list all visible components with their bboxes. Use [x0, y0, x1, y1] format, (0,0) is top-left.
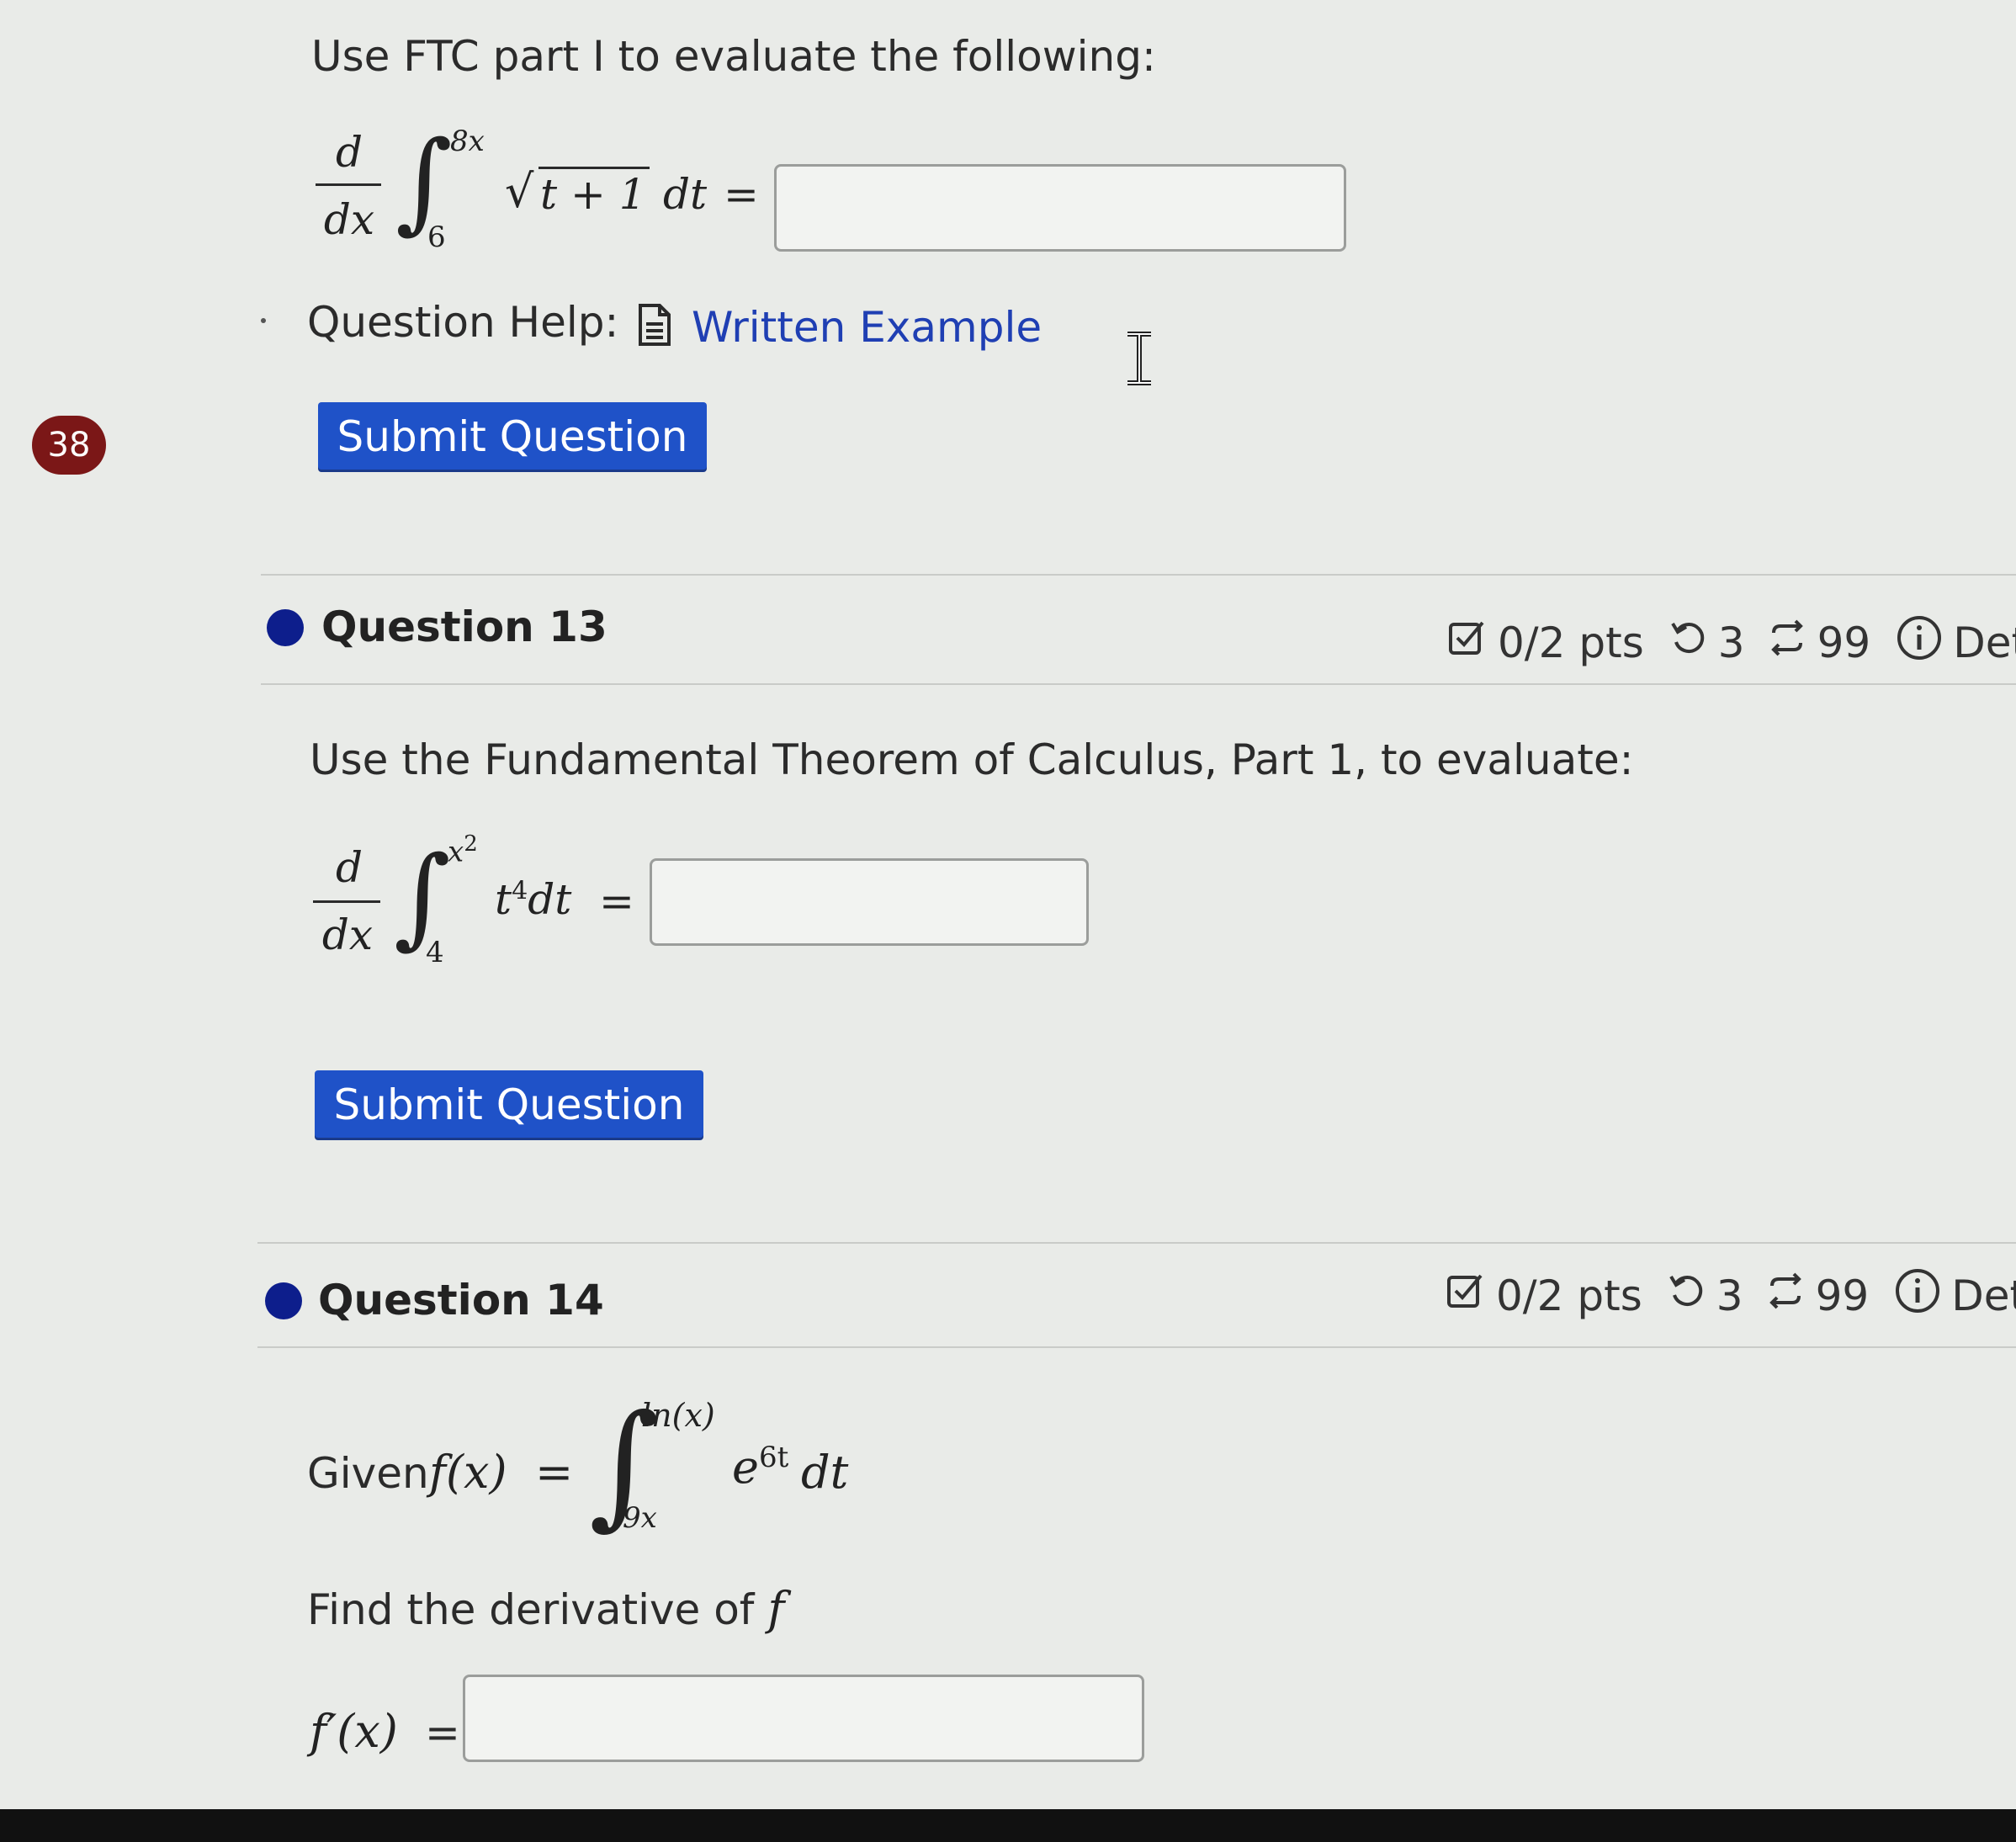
q12-dx: dx: [323, 195, 375, 244]
q14-meta: 0/2 pts 3 99 Deta: [1446, 1267, 2016, 1324]
divider: [257, 1242, 2016, 1244]
checkbox-icon: [1447, 618, 1488, 668]
q14-integrand: e6t: [732, 1441, 788, 1494]
q12-lower-limit: 6: [427, 220, 446, 254]
written-example-link[interactable]: Written Example: [692, 303, 1042, 352]
q14-answer-input[interactable]: [463, 1675, 1144, 1762]
q14-status-dot: [265, 1282, 302, 1319]
q12-sqrt-bar: [538, 167, 650, 169]
q14-given-label: Given: [307, 1449, 429, 1498]
q13-points: 0/2 pts: [1498, 618, 1644, 667]
retry-icon: [1668, 1271, 1706, 1320]
q13-d: d: [335, 843, 363, 892]
q13-integrand: t4dt: [495, 875, 571, 924]
q13-integrand-base: t: [495, 875, 512, 924]
q13-meta: 0/2 pts 3 99 Deta: [1447, 614, 2016, 672]
q13-attempts: 99: [1817, 618, 1871, 667]
question-number-badge: 38: [32, 416, 106, 475]
q14-title: Question 14: [318, 1276, 604, 1324]
q13-submit-button[interactable]: Submit Question: [315, 1070, 703, 1138]
retry-icon: [1669, 618, 1708, 667]
q12-fraction-bar: [316, 183, 381, 186]
q12-equals: =: [724, 170, 759, 219]
q14-dt: dt: [801, 1446, 849, 1499]
divider: [257, 1346, 2016, 1348]
attempts-icon: [1765, 1271, 1806, 1321]
q14-integrand-base: e: [732, 1441, 759, 1494]
text-cursor-icon: [1125, 331, 1154, 390]
info-icon[interactable]: [1896, 614, 1943, 672]
q12-dt: dt: [663, 170, 708, 219]
q14-lower-limit: 9x: [623, 1501, 657, 1535]
q14-find-var: f: [767, 1582, 785, 1635]
screen-bezel: [0, 1809, 2016, 1842]
q13-upper-exp: 2: [464, 831, 478, 857]
divider: [261, 683, 2016, 685]
bullet-dot: [261, 318, 266, 323]
q14-fx: f(x): [429, 1446, 507, 1499]
q12-upper-limit: 8x: [450, 125, 485, 158]
q13-lower-limit: 4: [426, 936, 444, 969]
q12-sqrt-sign: √: [505, 165, 534, 218]
q13-prompt: Use the Fundamental Theorem of Calculus,…: [310, 735, 1634, 784]
q12-integral-sign: ∫: [395, 117, 453, 245]
q12-prompt: Use FTC part I to evaluate the following…: [311, 32, 1156, 81]
q12-integrand: t + 1: [540, 170, 646, 219]
q14-tries: 3: [1716, 1271, 1743, 1320]
q14-details-link[interactable]: Deta: [1951, 1271, 2016, 1320]
q13-tries: 3: [1717, 618, 1745, 667]
q13-integrand-exp: 4: [512, 876, 528, 906]
document-icon: [637, 303, 672, 350]
q14-find-label: Find the derivative of: [307, 1585, 755, 1634]
q14-equals: =: [535, 1446, 574, 1499]
q13-equals: =: [599, 877, 634, 926]
q14-answer-label: f′(x): [310, 1705, 398, 1758]
q14-upper-limit: ln(x): [641, 1397, 715, 1434]
q13-fraction-bar: [313, 900, 380, 903]
q13-upper-base: x: [448, 835, 464, 869]
q12-answer-input[interactable]: [774, 164, 1346, 252]
q14-answer-equals: =: [425, 1708, 460, 1757]
info-icon[interactable]: [1894, 1267, 1941, 1324]
divider: [261, 574, 2016, 576]
q13-upper-limit: x2: [448, 831, 478, 868]
q13-dt: dt: [528, 875, 572, 924]
q12-d: d: [335, 128, 363, 177]
q12-submit-button[interactable]: Submit Question: [318, 402, 707, 470]
q13-status-dot: [267, 609, 304, 646]
q14-attempts: 99: [1815, 1271, 1870, 1320]
checkbox-icon: [1446, 1271, 1486, 1321]
q12-help-label: Question Help:: [307, 298, 619, 347]
q14-integrand-exp: 6t: [758, 1441, 789, 1474]
q14-find-text: Find the derivative of f: [307, 1582, 784, 1635]
attempts-icon: [1767, 618, 1807, 668]
q13-title: Question 13: [321, 602, 607, 651]
q13-details-link[interactable]: Deta: [1953, 618, 2016, 667]
q13-integral-sign: ∫: [394, 832, 451, 960]
q14-points: 0/2 pts: [1496, 1271, 1642, 1320]
q13-answer-input[interactable]: [650, 858, 1089, 946]
q13-dx: dx: [321, 910, 374, 959]
